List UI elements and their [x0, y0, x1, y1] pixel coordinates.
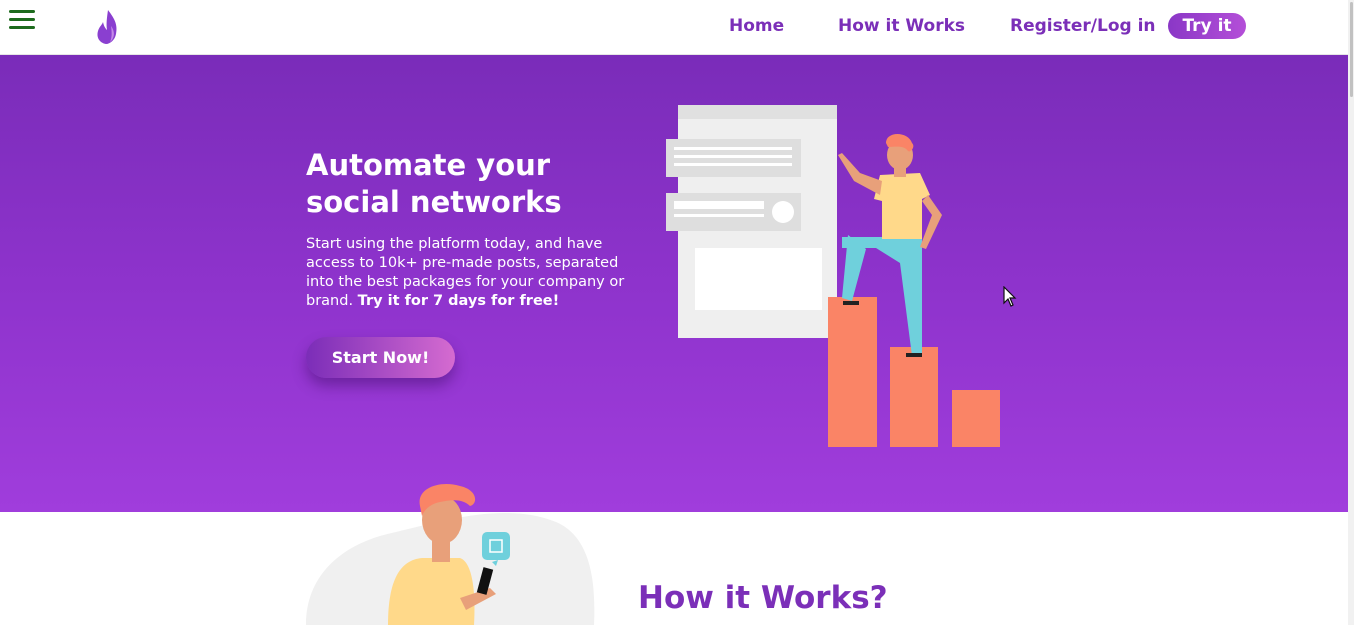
page: Home How it Works Register/Log in Try it…	[0, 0, 1354, 625]
how-it-works-title: How it Works?	[638, 580, 888, 616]
hero-description: Start using the platform today, and have…	[306, 235, 636, 311]
thumbs-up-icon	[482, 532, 510, 566]
bar-3	[952, 390, 1000, 447]
hero-description-bold: Try it for 7 days for free!	[357, 293, 560, 309]
nav-home-link[interactable]: Home	[729, 16, 784, 36]
hamburger-menu-icon[interactable]	[9, 9, 35, 31]
person-with-phone-illustration	[388, 484, 510, 625]
scrollbar-thumb[interactable]	[1350, 2, 1353, 97]
bar-1	[828, 297, 877, 447]
mouse-cursor-icon	[1003, 286, 1017, 307]
hero-section: Automate your social networks Start usin…	[0, 55, 1348, 512]
top-navbar: Home How it Works Register/Log in Try it	[0, 0, 1348, 55]
hero-title: Automate your social networks	[306, 148, 562, 219]
start-now-button[interactable]: Start Now!	[306, 337, 455, 378]
flame-logo-icon[interactable]	[94, 8, 122, 46]
hero-illustration	[666, 105, 1000, 447]
bar-2	[890, 347, 938, 447]
how-it-works-section: How it Works?	[0, 512, 1348, 625]
nav-how-it-works-link[interactable]: How it Works	[838, 16, 965, 36]
try-it-button[interactable]: Try it	[1168, 13, 1246, 39]
nav-register-login-link[interactable]: Register/Log in	[1010, 16, 1156, 36]
